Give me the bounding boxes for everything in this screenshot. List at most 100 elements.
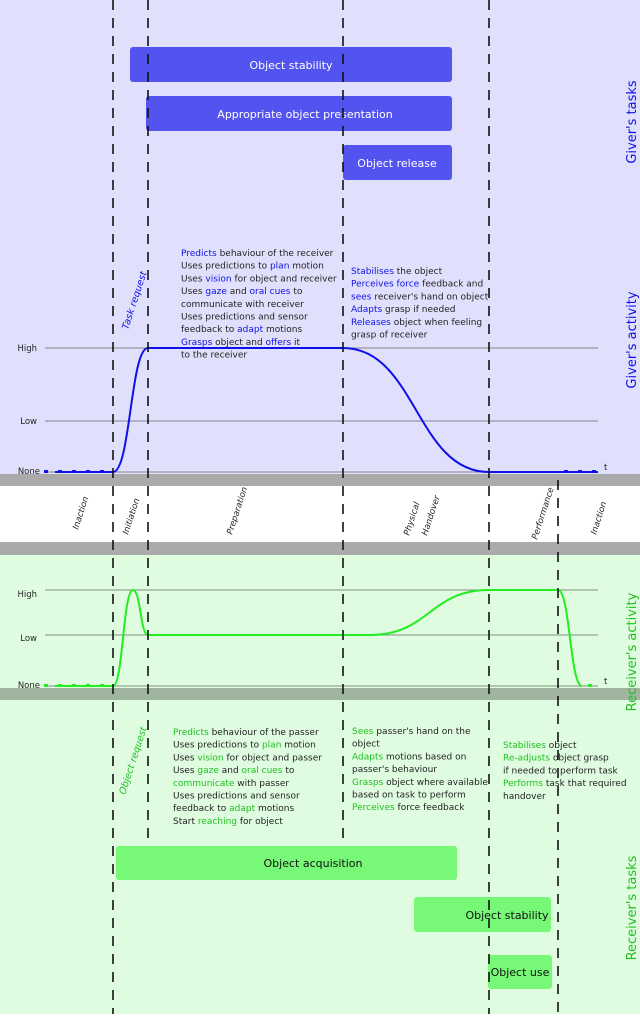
highlighted-keyword: plan <box>262 741 281 751</box>
highlighted-keyword: Grasps <box>181 338 213 348</box>
activity-line: passer's behaviour <box>352 765 437 775</box>
activity-text: object grasp <box>550 754 609 764</box>
giver-task-presentation: Appropriate object presentation <box>146 96 452 131</box>
activity-text: Uses predictions to <box>173 741 262 751</box>
giver-tasks-label: Giver's tasks <box>625 80 640 164</box>
activity-text: Uses <box>181 274 205 284</box>
activity-text: motions <box>263 325 302 335</box>
task-label: Object use <box>491 966 550 979</box>
activity-text: based on task to perform <box>352 791 466 801</box>
highlighted-keyword: oral cues <box>250 287 291 297</box>
receiver-task-acquisition: Object acquisition <box>116 846 457 880</box>
activity-line: Uses gaze and oral cues to <box>173 766 295 776</box>
curve-dot <box>592 470 596 473</box>
task-label: Object release <box>357 157 437 170</box>
giver-task-object-stability: Object stability <box>130 47 452 82</box>
receiver-task-stability: Object stability <box>414 897 551 932</box>
activity-line: Perceives force feedback <box>352 803 465 813</box>
highlighted-keyword: Stabilises <box>503 741 546 751</box>
activity-text: and <box>219 766 242 776</box>
highlighted-keyword: Performs <box>503 779 543 789</box>
activity-text: force feedback <box>395 803 466 813</box>
activity-text: to <box>283 766 295 776</box>
activity-line: feedback to adapt motions <box>181 325 302 335</box>
activity-line: Uses predictions to plan motion <box>173 741 316 751</box>
activity-line: Uses predictions and sensor <box>173 792 300 802</box>
activity-text: motion <box>289 262 323 272</box>
giver-baseline-bar <box>0 474 640 486</box>
activity-text: object where available <box>383 778 488 788</box>
curve-dot <box>86 470 90 473</box>
task-label: Appropriate object presentation <box>217 108 392 121</box>
activity-line: Start reaching for object <box>173 817 283 827</box>
activity-line: based on task to perform <box>352 791 466 801</box>
curve-dot <box>100 684 104 687</box>
phase-bottom-bar <box>0 542 640 555</box>
activity-text: receiver's hand on object <box>371 292 488 302</box>
activity-line: Grasps object where available <box>352 778 488 788</box>
activity-text: motions based on <box>383 752 466 762</box>
giver-task-release: Object release <box>343 145 452 180</box>
activity-line: Uses predictions to plan motion <box>181 262 324 272</box>
activity-line: Sees passer's hand on the <box>352 727 471 737</box>
activity-line: Predicts behaviour of the passer <box>173 728 319 738</box>
curve-dot <box>588 684 592 687</box>
activity-line: Perceives force feedback and <box>351 280 483 290</box>
activity-text: for object and receiver <box>232 274 337 284</box>
curve-dot <box>86 684 90 687</box>
activity-text: Uses predictions to <box>181 262 270 272</box>
highlighted-keyword: plan <box>270 262 289 272</box>
giver-level-none: None <box>18 467 40 477</box>
receiver-level-low: Low <box>20 634 37 644</box>
activity-text: behaviour of the receiver <box>217 249 334 259</box>
activity-line: Releases object when feeling <box>351 318 482 328</box>
highlighted-keyword: Predicts <box>173 728 209 738</box>
activity-line: Adapts grasp if needed <box>351 305 456 315</box>
activity-text: passer's behaviour <box>352 765 437 775</box>
activity-text: with passer <box>234 779 289 789</box>
activity-line: communicate with receiver <box>181 300 304 310</box>
activity-line: communicate with passer <box>173 779 289 789</box>
activity-text: if needed to perform task <box>503 766 619 776</box>
highlighted-keyword: gaze <box>205 287 227 297</box>
activity-text: communicate with receiver <box>181 300 304 310</box>
activity-text: behaviour of the passer <box>209 728 319 738</box>
activity-text: Uses <box>173 753 197 763</box>
activity-line: Re-adjusts object grasp <box>503 754 609 764</box>
receiver-activity-label: Receiver's activity <box>625 592 640 711</box>
highlighted-keyword: communicate <box>173 779 235 789</box>
receiver-task-use: Object use <box>488 955 552 989</box>
curve-dot <box>58 470 62 473</box>
highlighted-keyword: Sees <box>352 727 374 737</box>
activity-text: to <box>291 287 303 297</box>
activity-line: Predicts behaviour of the receiver <box>181 249 334 259</box>
highlighted-keyword: Re-adjusts <box>503 754 550 764</box>
receiver-level-high: High <box>17 590 37 600</box>
highlighted-keyword: Adapts <box>352 752 383 762</box>
activity-text: motion <box>281 741 315 751</box>
task-label: Object acquisition <box>264 857 363 870</box>
activity-line: to the receiver <box>181 351 247 361</box>
task-label: Object stability <box>465 909 549 922</box>
receiver-tasks-label: Receiver's tasks <box>625 855 640 960</box>
activity-line: if needed to perform task <box>503 766 619 776</box>
curve-dot <box>578 470 582 473</box>
giver-activity-label: Giver's activity <box>625 291 640 388</box>
activity-line: Stabilises object <box>503 741 577 751</box>
curve-dot <box>72 470 76 473</box>
highlighted-keyword: oral cues <box>242 766 283 776</box>
activity-text: Start <box>173 817 198 827</box>
highlighted-keyword: gaze <box>197 766 219 776</box>
receiver-baseline-bar <box>0 688 640 700</box>
receiver-level-none: None <box>18 681 40 691</box>
highlighted-keyword: offers <box>266 338 292 348</box>
curve-dot <box>58 684 62 687</box>
curve-dot <box>564 470 568 473</box>
activity-text: Uses predictions and sensor <box>173 792 300 802</box>
highlighted-keyword: Perceives <box>352 803 395 813</box>
activity-line: Stabilises the object <box>351 267 443 277</box>
highlighted-keyword: adapt <box>237 325 263 335</box>
highlighted-keyword: vision <box>205 274 231 284</box>
highlighted-keyword: vision <box>197 753 223 763</box>
giver-level-low: Low <box>20 417 37 427</box>
